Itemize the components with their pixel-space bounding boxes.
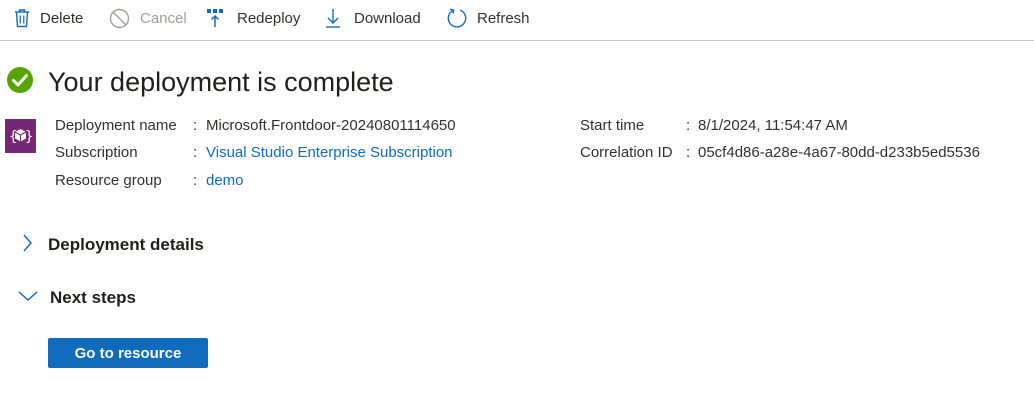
deployment-name-row: Deployment name : Microsoft.Frontdoor-20… xyxy=(55,117,456,134)
deployment-name-value: Microsoft.Frontdoor-20240801114650 xyxy=(206,117,456,134)
command-bar: Delete Cancel Redeploy Download Refresh xyxy=(0,0,1034,41)
svg-text:}: } xyxy=(25,129,33,145)
deployment-name-label: Deployment name xyxy=(55,117,177,134)
download-label: Download xyxy=(354,9,421,27)
deployment-details-toggle[interactable]: Deployment details xyxy=(18,231,204,259)
refresh-button[interactable]: Refresh xyxy=(446,4,530,32)
status-header: Your deployment is complete xyxy=(6,62,394,102)
start-time-value: 8/1/2024, 11:54:47 AM xyxy=(698,117,848,134)
page-title: Your deployment is complete xyxy=(48,66,394,97)
redeploy-button[interactable]: Redeploy xyxy=(206,4,300,32)
download-button[interactable]: Download xyxy=(325,4,421,32)
go-to-resource-button[interactable]: Go to resource xyxy=(48,338,208,368)
separator: : xyxy=(686,117,691,134)
separator: : xyxy=(686,144,691,161)
cancel-label: Cancel xyxy=(140,9,187,27)
chevron-right-icon xyxy=(18,233,36,258)
cancel-button[interactable]: Cancel xyxy=(109,4,187,32)
start-time-row: Start time : 8/1/2024, 11:54:47 AM xyxy=(580,117,848,134)
cancel-icon xyxy=(109,8,130,29)
subscription-label: Subscription xyxy=(55,144,138,161)
delete-label: Delete xyxy=(40,9,84,27)
separator: : xyxy=(193,172,198,189)
resource-group-label: Resource group xyxy=(55,172,162,189)
separator: : xyxy=(193,117,198,134)
resource-group-link[interactable]: demo xyxy=(206,172,244,189)
subscription-link[interactable]: Visual Studio Enterprise Subscription xyxy=(206,144,453,161)
chevron-down-icon xyxy=(18,287,38,310)
delete-button[interactable]: Delete xyxy=(14,4,83,32)
deployment-details-label: Deployment details xyxy=(48,235,204,254)
next-steps-toggle[interactable]: Next steps xyxy=(18,284,136,312)
redeploy-icon xyxy=(206,7,226,29)
download-icon xyxy=(325,7,341,29)
correlation-id-value: 05cf4d86-a28e-4a67-80dd-d233b5ed5536 xyxy=(698,144,980,161)
correlation-id-row: Correlation ID : 05cf4d86-a28e-4a67-80dd… xyxy=(580,144,980,161)
trash-icon xyxy=(14,8,30,28)
resource-group-row: Resource group : demo xyxy=(55,172,244,189)
refresh-icon xyxy=(446,7,468,29)
subscription-row: Subscription : Visual Studio Enterprise … xyxy=(55,144,453,161)
start-time-label: Start time xyxy=(580,117,645,134)
next-steps-label: Next steps xyxy=(50,288,136,307)
redeploy-label: Redeploy xyxy=(237,9,301,27)
correlation-id-label: Correlation ID xyxy=(580,144,673,161)
refresh-label: Refresh xyxy=(477,9,530,27)
deployment-resource-icon: { } xyxy=(5,119,36,153)
separator: : xyxy=(193,144,198,161)
success-check-icon xyxy=(6,66,34,99)
